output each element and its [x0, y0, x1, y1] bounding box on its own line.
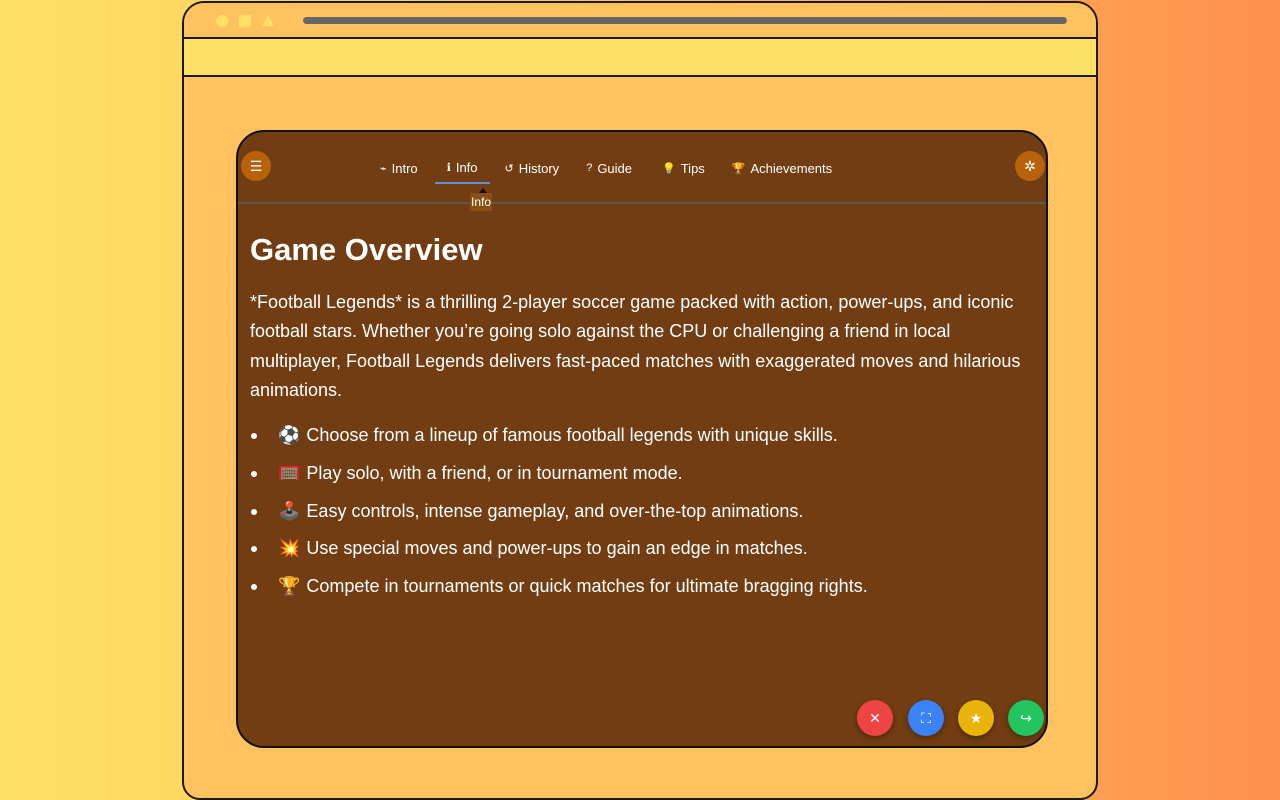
tab-tips[interactable]: 💡 Tips: [650, 152, 717, 184]
feature-text: Play solo, with a friend, or in tourname…: [306, 462, 683, 483]
tab-label: Achievements: [750, 160, 833, 176]
joystick-icon: 🕹️: [278, 500, 301, 521]
trophy-icon: 🏆: [278, 575, 301, 596]
tab-tooltip: Info: [470, 193, 493, 211]
trophy-icon: 🏆: [731, 162, 746, 175]
settings-button[interactable]: ✲: [1015, 151, 1045, 181]
menu-icon: ☰: [249, 157, 263, 174]
lightbulb-icon: 💡: [662, 162, 676, 175]
close-button[interactable]: ✕: [857, 700, 893, 736]
tab-label: Info: [455, 159, 478, 175]
page-title: Game Overview: [250, 232, 483, 267]
collision-icon: 💥: [278, 538, 301, 559]
tab-history[interactable]: ↺ History: [493, 152, 572, 184]
goal-net-icon: 🥅: [278, 462, 301, 483]
browser-window: ☰ ⌁ Intro ℹ Info ↺ History ? Guide 💡 Tip…: [182, 1, 1098, 800]
feature-list: ⚽ Choose from a lineup of famous football…: [250, 423, 1040, 598]
info-circle-icon: ℹ: [446, 161, 451, 174]
panel-nav: ☰ ⌁ Intro ℹ Info ↺ History ? Guide 💡 Tip…: [238, 132, 1046, 204]
history-icon: ↺: [504, 162, 514, 175]
share-button[interactable]: ↪: [1008, 700, 1044, 736]
tab-info[interactable]: ℹ Info: [434, 152, 490, 184]
gamepad-icon: ⌁: [380, 162, 387, 175]
fullscreen-button[interactable]: ⛶: [908, 700, 944, 736]
game-info-panel: ☰ ⌁ Intro ℹ Info ↺ History ? Guide 💡 Tip…: [236, 130, 1048, 748]
tab-label: History: [518, 160, 560, 176]
menu-button[interactable]: ☰: [241, 151, 271, 181]
feature-text: Use special moves and power-ups to gain …: [306, 538, 808, 559]
triangle-window-control-icon[interactable]: [262, 15, 274, 26]
feature-item: 🥅 Play solo, with a friend, or in tournam…: [250, 461, 1040, 485]
tab-label: Intro: [391, 160, 418, 176]
star-icon: ★: [969, 709, 983, 726]
fullscreen-icon: ⛶: [921, 709, 931, 726]
circle-window-control-icon[interactable]: [216, 15, 228, 27]
settings-icon: ✲: [1024, 157, 1036, 174]
square-window-control-icon[interactable]: [239, 15, 251, 27]
favorite-button[interactable]: ★: [958, 700, 994, 736]
feature-item: 🏆 Compete in tournaments or quick matches…: [250, 574, 1040, 598]
feature-item: 💥 Use special moves and power-ups to gain…: [250, 536, 1040, 560]
feature-text: Easy controls, intense gameplay, and ove…: [306, 500, 804, 521]
question-circle-icon: ?: [586, 162, 593, 174]
tab-bar: ⌁ Intro ℹ Info ↺ History ? Guide 💡 Tips …: [368, 152, 844, 184]
address-bar[interactable]: [303, 17, 1067, 24]
tab-guide[interactable]: ? Guide: [574, 152, 644, 184]
tab-intro[interactable]: ⌁ Intro: [368, 152, 430, 184]
tab-label: Guide: [597, 160, 633, 176]
share-icon: ↪: [1020, 709, 1032, 726]
tab-achievements[interactable]: 🏆 Achievements: [720, 152, 844, 184]
close-icon: ✕: [869, 709, 881, 726]
title-bar: [184, 3, 1096, 39]
game-description: *Football Legends* is a thrilling 2-play…: [250, 292, 1021, 400]
browser-toolbar: [184, 39, 1096, 77]
feature-text: Compete in tournaments or quick matches …: [306, 575, 868, 596]
feature-text: Choose from a lineup of famous football …: [306, 425, 838, 446]
content-area: Game Overview *Football Legends* is a th…: [250, 230, 1040, 612]
feature-item: ⚽ Choose from a lineup of famous football…: [250, 423, 1040, 447]
feature-item: 🕹️ Easy controls, intense gameplay, and o…: [250, 499, 1040, 523]
tab-label: Tips: [680, 160, 705, 176]
soccer-ball-icon: ⚽: [278, 425, 301, 446]
